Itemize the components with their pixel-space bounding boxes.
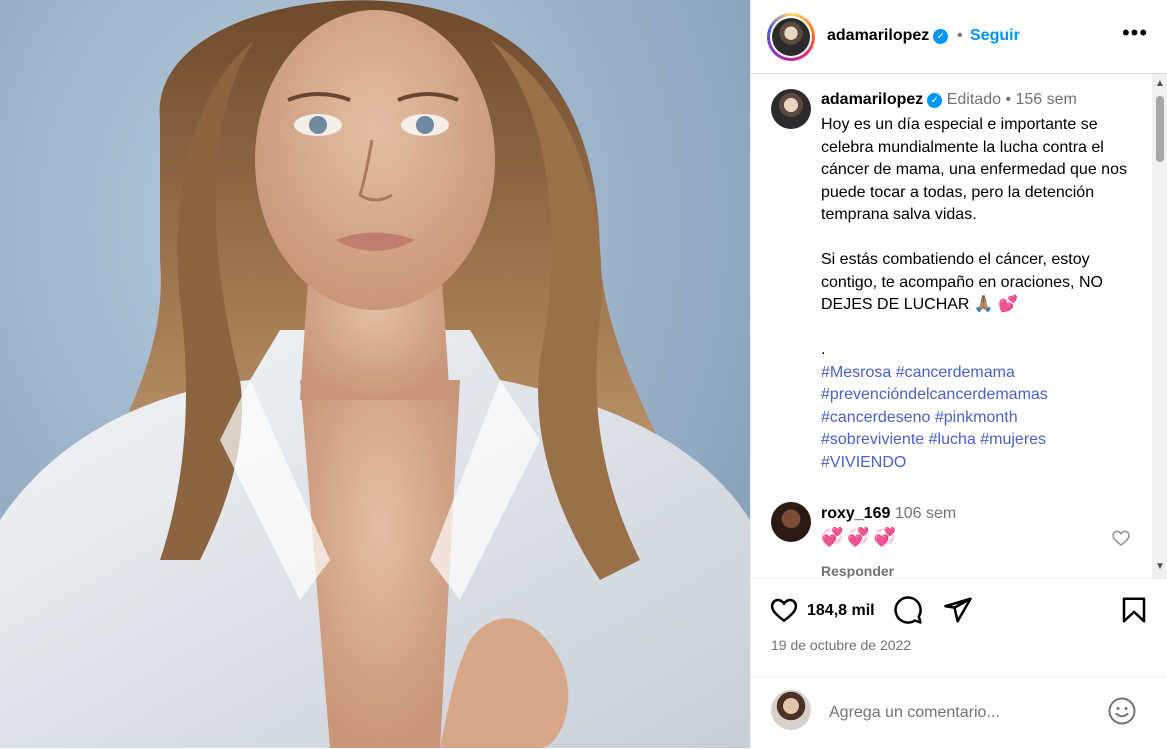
caption-separator: • <box>1005 91 1012 108</box>
verified-badge-icon: ✓ <box>927 93 943 108</box>
hashtag-link[interactable]: #prevencióndelcancerdemamas <box>821 386 1048 403</box>
hashtag-link[interactable]: #Mesrosa <box>821 364 891 381</box>
emoji-smiley-icon[interactable] <box>1107 696 1137 726</box>
portrait-image <box>0 0 750 748</box>
more-options-icon[interactable]: ••• <box>1121 20 1149 50</box>
hashtag-link[interactable]: #pinkmonth <box>935 409 1018 426</box>
caption-header: adamarilopez ✓ Editado • 156 sem <box>821 91 1077 109</box>
hashtag-link[interactable]: #cancerdeseno <box>821 409 930 426</box>
commenter-avatar[interactable] <box>771 502 811 542</box>
hashtag-link[interactable]: #VIVIENDO <box>821 454 906 471</box>
author-avatar <box>772 18 810 56</box>
post-actions-bar: 184,8 mil 19 de octubre de 2022 <box>751 579 1167 653</box>
caption-author-avatar[interactable] <box>771 89 811 129</box>
post-header: adamarilopez ✓ • Seguir ••• <box>751 0 1167 74</box>
hashtag-link[interactable]: #sobreviviente <box>821 431 924 448</box>
share-paper-plane-icon[interactable] <box>943 595 973 625</box>
follow-button[interactable]: Seguir <box>970 27 1020 45</box>
author-username[interactable]: adamarilopez <box>827 27 929 44</box>
scroll-up-arrow-icon[interactable]: ▲ <box>1155 79 1165 89</box>
caption-text: Hoy es un día especial e importante se c… <box>821 114 1141 474</box>
caption-dot: . <box>821 341 826 358</box>
author-avatar-story-ring[interactable] <box>767 13 815 61</box>
caption-age[interactable]: 156 sem <box>1016 91 1077 108</box>
hashtag-link[interactable]: #mujeres <box>980 431 1046 448</box>
author-username-link[interactable]: adamarilopez ✓ <box>827 27 949 45</box>
comment-header: roxy_169 106 sem <box>821 505 956 523</box>
caption-paragraph-2: Si estás combatiendo el cáncer, estoy co… <box>821 251 1103 313</box>
edited-label: Editado <box>946 91 1001 108</box>
add-comment-bar <box>751 676 1167 749</box>
hashtag-link[interactable]: #cancerdemama <box>896 364 1015 381</box>
comment-input[interactable] <box>827 699 1101 727</box>
likes-count[interactable]: 184,8 mil <box>807 602 875 620</box>
current-user-avatar <box>771 690 811 730</box>
comments-scroll-area[interactable]: adamarilopez ✓ Editado • 156 sem Hoy es u… <box>751 74 1167 579</box>
reply-button[interactable]: Responder <box>821 563 894 578</box>
comment-text: 💞💞💞 <box>821 527 901 547</box>
verified-badge-icon: ✓ <box>933 29 949 44</box>
hashtag-link[interactable]: #lucha <box>929 431 976 448</box>
post-date[interactable]: 19 de octubre de 2022 <box>771 637 911 653</box>
comment-bubble-icon[interactable] <box>893 595 923 625</box>
post-side-panel: adamarilopez ✓ • Seguir ••• adamarilopez ✓… <box>750 0 1167 748</box>
commenter-username[interactable]: roxy_169 <box>821 505 890 522</box>
caption-paragraph-1: Hoy es un día especial e importante se c… <box>821 116 1127 223</box>
comment-age[interactable]: 106 sem <box>895 505 956 522</box>
comment-like-heart-icon[interactable] <box>1111 528 1131 548</box>
post-photo[interactable] <box>0 0 750 748</box>
caption-username[interactable]: adamarilopez <box>821 91 923 108</box>
like-heart-icon[interactable] <box>769 595 799 625</box>
save-bookmark-icon[interactable] <box>1119 595 1149 625</box>
scrollbar-thumb[interactable] <box>1156 96 1164 162</box>
comments-scrollbar[interactable]: ▲ ▼ <box>1152 74 1167 578</box>
scroll-down-arrow-icon[interactable]: ▼ <box>1155 562 1165 572</box>
header-separator: • <box>957 27 963 44</box>
